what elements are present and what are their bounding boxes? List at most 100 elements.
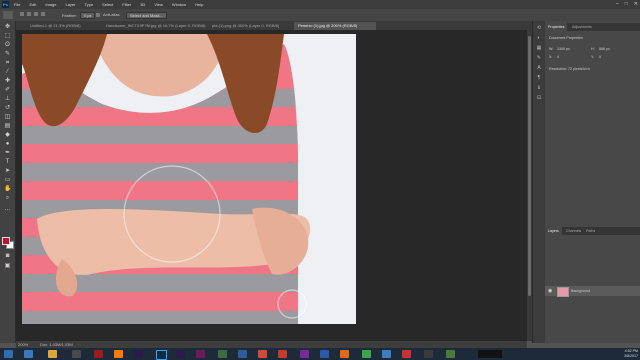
explorer-taskbar-icon[interactable] (48, 350, 57, 358)
character-panel-icon[interactable]: A (536, 65, 542, 71)
swatches-panel-icon[interactable]: ▦ (536, 45, 542, 51)
app3-taskbar-icon[interactable] (424, 350, 433, 358)
tab-properties[interactable]: Properties (545, 23, 568, 31)
visibility-eye-icon[interactable]: ◉ (548, 288, 552, 294)
document-image[interactable] (22, 34, 356, 324)
type-tool-icon[interactable]: T (4, 159, 11, 166)
lasso-tool-icon[interactable]: ʘ (4, 42, 11, 49)
move-tool-icon[interactable]: ✥ (4, 24, 11, 31)
minimize-icon[interactable]: – (616, 1, 619, 7)
more-tools-icon[interactable]: … (4, 206, 11, 213)
menu-help[interactable]: Help (195, 2, 203, 7)
media-taskbar-icon[interactable] (72, 350, 81, 358)
right-panel: Properties Adjustments Document Properti… (545, 21, 640, 343)
quick-mask-icon[interactable]: ◙ (4, 253, 11, 260)
select-and-mask-button[interactable]: Select and Mask... (126, 12, 167, 19)
clone-stamp-tool-icon[interactable]: ⊥ (4, 96, 11, 103)
eraser-tool-icon[interactable]: ◫ (4, 114, 11, 121)
word-taskbar-icon[interactable] (320, 350, 329, 358)
crop-tool-icon[interactable]: ⌗ (4, 60, 11, 67)
tab-handsome[interactable]: Handsome_INCTX9P7M.jpg @ 16.7% (Layer 0,… (102, 22, 210, 30)
premiere-taskbar-icon[interactable] (134, 350, 143, 358)
app4-taskbar-icon[interactable] (478, 350, 502, 358)
new-selection-icon[interactable] (20, 12, 24, 16)
aftereffects-taskbar-icon[interactable] (176, 350, 185, 358)
menu-image[interactable]: Image (45, 2, 56, 7)
clock-date[interactable]: 3/8/2017 (624, 354, 638, 359)
tab-active-document[interactable]: Рeнetто (1).jpg @ 200% (RGB/8) (294, 22, 376, 30)
dreamweaver-taskbar-icon[interactable] (218, 350, 227, 358)
paragraph-panel-icon[interactable]: ¶ (536, 75, 542, 81)
healing-brush-tool-icon[interactable]: ✚ (4, 78, 11, 85)
app-taskbar-icon[interactable] (238, 350, 247, 358)
y-value[interactable]: 0 (599, 55, 601, 59)
history-brush-tool-icon[interactable]: ↺ (4, 105, 11, 112)
path-selection-tool-icon[interactable]: ➤ (4, 168, 11, 175)
tab-channels[interactable]: Channels (563, 227, 584, 235)
menu-view[interactable]: View (154, 2, 163, 7)
zoom-level[interactable]: 200% (18, 342, 28, 347)
navigator-panel-icon[interactable]: ⊡ (536, 95, 542, 101)
lasso-tool-preset-icon[interactable] (3, 11, 13, 19)
powerpoint-taskbar-icon[interactable] (258, 350, 267, 358)
dodge-tool-icon[interactable]: ● (4, 141, 11, 148)
opera-taskbar-icon[interactable] (402, 350, 411, 358)
menu-type[interactable]: Type (85, 2, 94, 7)
foreground-color-swatch[interactable] (2, 237, 10, 245)
tab-adjustments[interactable]: Adjustments (569, 23, 595, 31)
menu-3d[interactable]: 3D (140, 2, 145, 7)
menu-window[interactable]: Window (172, 2, 186, 7)
quick-select-tool-icon[interactable]: ✎ (4, 51, 11, 58)
photoshop-taskbar-icon[interactable] (156, 350, 167, 360)
scrollbar-thumb[interactable] (528, 36, 531, 296)
menu-edit[interactable]: Edit (29, 2, 36, 7)
onenote-taskbar-icon[interactable] (300, 350, 309, 358)
excel-taskbar-icon[interactable] (446, 350, 455, 358)
menu-items: File Edit Image Layer Type Select Filter… (14, 2, 203, 7)
screen-mode-icon[interactable]: ▣ (4, 263, 11, 270)
rectangle-tool-icon[interactable]: ▭ (4, 177, 11, 184)
antialias-checkbox[interactable] (96, 12, 100, 17)
gradient-tool-icon[interactable]: ▤ (4, 123, 11, 130)
illustrator-taskbar-icon[interactable] (114, 350, 123, 358)
blur-tool-icon[interactable]: ◆ (4, 132, 11, 139)
hand-tool-icon[interactable]: ✋ (4, 186, 11, 193)
brush-panel-icon[interactable]: ✎ (536, 55, 542, 61)
maximize-icon[interactable]: □ (625, 1, 628, 7)
app2-taskbar-icon[interactable] (382, 350, 391, 358)
menu-file[interactable]: File (14, 2, 20, 7)
menu-filter[interactable]: Filter (122, 2, 131, 7)
color-panel-icon[interactable]: ◐ (536, 35, 542, 41)
eyedropper-tool-icon[interactable]: ⁄ (4, 69, 11, 76)
selection-mode-group (20, 12, 45, 16)
menu-layer[interactable]: Layer (65, 2, 75, 7)
menu-select[interactable]: Select (102, 2, 113, 7)
zoom-tool-icon[interactable]: ⌕ (4, 195, 11, 202)
add-selection-icon[interactable] (27, 12, 31, 16)
pen-tool-icon[interactable]: ✒ (4, 150, 11, 157)
feather-input[interactable]: 0 px (79, 12, 96, 19)
indesign-taskbar-icon[interactable] (196, 350, 205, 358)
intersect-selection-icon[interactable] (41, 12, 45, 16)
acrobat-taskbar-icon[interactable] (94, 350, 103, 358)
width-value[interactable]: 1300 px (557, 47, 570, 51)
history-panel-icon[interactable]: ⟲ (536, 25, 542, 31)
close-icon[interactable]: ✕ (634, 1, 638, 7)
info-panel-icon[interactable]: ℹ (536, 85, 542, 91)
height-value[interactable]: 866 px (599, 47, 610, 51)
x-value[interactable]: 0 (557, 55, 559, 59)
chrome-taskbar-icon[interactable] (362, 350, 371, 358)
firefox-taskbar-icon[interactable] (340, 350, 349, 358)
ie-taskbar-icon[interactable] (24, 350, 33, 358)
access-taskbar-icon[interactable] (278, 350, 287, 358)
clock-time[interactable]: 4:52 PM (624, 349, 638, 354)
tab-pbl[interactable]: pbl-(1).png @ 300% (Layer 0, RGB/8) (208, 22, 296, 30)
brush-tool-icon[interactable]: ✐ (4, 87, 11, 94)
tab-paths[interactable]: Paths (583, 227, 598, 235)
tab-layers[interactable]: Layers (545, 227, 562, 235)
marquee-tool-icon[interactable]: ⬚ (4, 33, 11, 40)
start-button-icon[interactable] (4, 350, 13, 358)
layer-row-background[interactable]: ◉ Background (545, 286, 640, 297)
tab-untitled[interactable]: Untitled-1 @ 21.3% (RGB/8) (26, 22, 104, 30)
subtract-selection-icon[interactable] (34, 12, 38, 16)
